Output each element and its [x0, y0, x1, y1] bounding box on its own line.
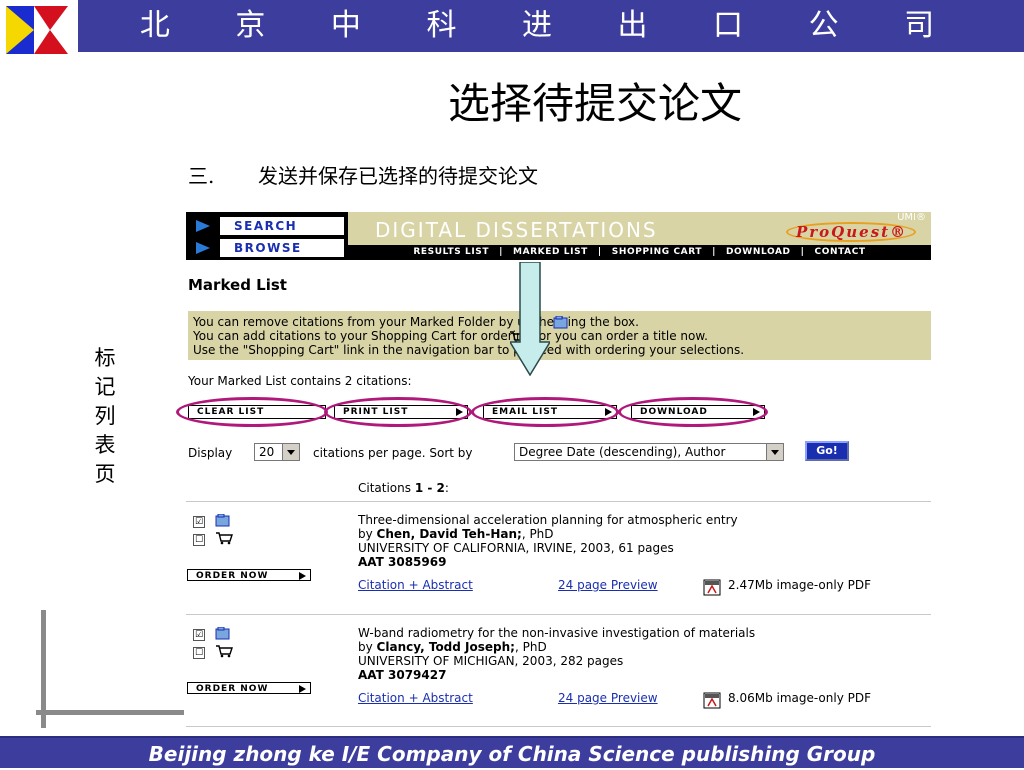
tab-separator: |: [712, 247, 716, 257]
display-label: Display: [188, 446, 233, 460]
browse-nav-button[interactable]: BROWSE: [220, 239, 344, 257]
arrow-right-icon: [196, 242, 210, 254]
result-institution: UNIVERSITY OF CALIFORNIA, IRVINE, 2003, …: [358, 541, 674, 555]
company-logo: [6, 6, 68, 54]
folder-icon: [215, 627, 230, 640]
result-degree: , PhD: [521, 527, 554, 541]
tab-download[interactable]: DOWNLOAD: [721, 247, 796, 257]
result-title: Three-dimensional acceleration planning …: [358, 513, 738, 527]
highlight-oval: [618, 397, 768, 427]
marked-checkbox[interactable]: ☑: [193, 516, 205, 528]
subtitle-text: 发送并保存已选择的待提交论文: [258, 164, 538, 188]
result-aat: AAT 3079427: [358, 668, 447, 682]
cart-icon: [216, 645, 233, 658]
citations-suffix: :: [444, 481, 449, 495]
proquest-logo: UMI® ProQuest®: [786, 212, 926, 244]
pdf-size-text: 8.06Mb image-only PDF: [728, 691, 872, 705]
by-text: by: [358, 527, 377, 541]
tab-separator: |: [800, 247, 805, 257]
chevron-down-icon[interactable]: [282, 444, 299, 460]
per-page-text: citations per page. Sort by: [313, 446, 473, 460]
order-now-label: ORDER NOW: [196, 571, 269, 581]
order-now-label: ORDER NOW: [196, 684, 269, 694]
pdf-size-text: 2.47Mb image-only PDF: [728, 578, 872, 592]
proquest-logo-text: ProQuest®: [796, 223, 908, 241]
tab-marked-list[interactable]: MARKED LIST: [508, 247, 593, 257]
tab-separator: |: [499, 247, 504, 257]
proquest-nav: SEARCH BROWSE: [186, 212, 348, 260]
citation-abstract-link[interactable]: Citation + Abstract: [358, 578, 473, 592]
result-title: W-band radiometry for the non-invasive i…: [358, 626, 756, 640]
divider: [186, 614, 931, 615]
side-label-char: 列: [94, 404, 116, 428]
result-item: ☑ ☐ W-band radiometry for the non-invasi…: [186, 620, 931, 730]
go-button[interactable]: Go!: [805, 441, 849, 461]
sort-value: Degree Date (descending), Author: [519, 445, 726, 459]
side-label-char: 表: [94, 433, 116, 457]
arrow-right-icon: [299, 572, 306, 580]
order-now-button[interactable]: ORDER NOW: [187, 569, 311, 581]
divider: [186, 726, 931, 727]
search-nav-button[interactable]: SEARCH: [220, 217, 344, 235]
cart-icon: [216, 532, 233, 545]
by-text: by: [358, 640, 377, 654]
folder-icon: [553, 316, 568, 329]
folder-icon: [215, 514, 230, 527]
slide-title: 选择待提交论文: [447, 79, 742, 128]
marked-list-heading: Marked List: [188, 276, 287, 294]
sort-select[interactable]: Degree Date (descending), Author: [514, 443, 784, 461]
tab-separator: |: [597, 247, 602, 257]
highlight-oval: [176, 397, 328, 427]
down-arrow-icon: [510, 262, 550, 376]
notice-line: Use the "Shopping Cart" link in the navi…: [193, 343, 745, 357]
highlight-oval: [471, 397, 619, 427]
per-page-value: 20: [259, 445, 275, 459]
result-institution: UNIVERSITY OF MICHIGAN, 2003, 282 pages: [358, 654, 624, 668]
page-preview-link[interactable]: 24 page Preview: [558, 578, 658, 592]
result-aat: AAT 3085969: [358, 555, 447, 569]
side-label: 标 记 列 表 页: [88, 344, 122, 489]
citations-range-value: 1 - 2: [414, 481, 445, 495]
result-author-line: by Chen, David Teh-Han;, PhD: [358, 527, 554, 541]
order-now-button[interactable]: ORDER NOW: [187, 682, 311, 694]
pdf-icon[interactable]: [703, 692, 721, 709]
marked-checkbox[interactable]: ☑: [193, 629, 205, 641]
marked-count-text: Your Marked List contains 2 citations:: [188, 374, 412, 388]
subtitle-number: 三.: [188, 164, 215, 188]
company-name: 北 京 中 科 进 出 口 公 司: [139, 8, 963, 43]
arrow-right-icon: [299, 685, 306, 693]
pdf-icon[interactable]: [703, 579, 721, 596]
side-label-char: 记: [94, 375, 116, 399]
citations-range: Citations 1 - 2:: [358, 481, 449, 495]
slide-subtitle: 三. 发送并保存已选择的待提交论文: [188, 160, 538, 189]
tab-contact[interactable]: CONTACT: [810, 247, 871, 257]
highlight-oval: [324, 397, 472, 427]
result-degree: , PhD: [514, 640, 547, 654]
footer-text: Beijing zhong ke I/E Company of China Sc…: [148, 742, 876, 766]
proquest-tabs: RESULTS LIST | MARKED LIST | SHOPPING CART | D…: [348, 245, 931, 260]
page-preview-link[interactable]: 24 page Preview: [558, 691, 658, 705]
cart-checkbox[interactable]: ☐: [193, 534, 205, 546]
citations-prefix: Citations: [358, 481, 415, 495]
decor-horizontal-line: [36, 710, 184, 715]
arrow-right-icon: [196, 220, 210, 232]
tab-results-list[interactable]: RESULTS LIST: [408, 247, 494, 257]
umi-text: UMI®: [897, 212, 926, 223]
per-page-select[interactable]: 20: [254, 443, 300, 461]
result-author: Clancy, Todd Joseph;: [376, 640, 515, 654]
divider: [186, 501, 931, 502]
cart-checkbox[interactable]: ☐: [193, 647, 205, 659]
result-author-line: by Clancy, Todd Joseph;, PhD: [358, 640, 547, 654]
chevron-down-icon[interactable]: [766, 444, 783, 460]
citation-abstract-link[interactable]: Citation + Abstract: [358, 691, 473, 705]
side-label-char: 页: [94, 462, 116, 486]
digital-dissertations-title: DIGITAL DISSERTATIONS: [375, 218, 658, 242]
result-item: ☑ ☐ Three-dimensional acceleration plann…: [186, 507, 931, 617]
side-label-char: 标: [94, 346, 116, 370]
notice-line: You can add citations to your Shopping C…: [193, 329, 708, 343]
tab-shopping-cart[interactable]: SHOPPING CART: [607, 247, 707, 257]
result-author: Chen, David Teh-Han;: [376, 527, 522, 541]
